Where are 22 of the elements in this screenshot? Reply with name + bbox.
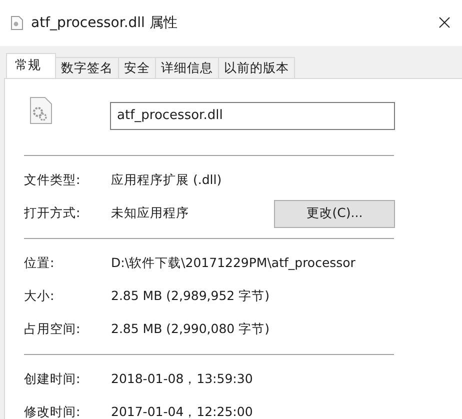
property-label: 文件类型:: [24, 172, 82, 189]
property-label: 大小:: [24, 288, 56, 305]
property-value: 2017-01-04，12:25:00: [111, 404, 253, 419]
property-value: 应用程序扩展 (.dll): [111, 172, 222, 189]
file-name-field[interactable]: atf_processor.dll: [110, 102, 395, 130]
property-label: 修改时间:: [24, 404, 82, 419]
property-value: D:\软件下载\20171229PM\atf_processor: [111, 255, 356, 272]
tab[interactable]: 常规: [6, 53, 56, 78]
property-value: 未知应用程序: [111, 205, 189, 222]
change-button[interactable]: 更改(C)...: [274, 200, 395, 228]
file-icon: [11, 16, 23, 30]
property-value: 2.85 MB (2,990,080 字节): [111, 321, 270, 338]
property-label: 位置:: [24, 255, 56, 272]
window-title: atf_processor.dll 属性: [31, 14, 178, 32]
property-value: 2.85 MB (2,989,952 字节): [111, 288, 270, 305]
gear-file-icon: [30, 97, 52, 124]
property-label: 打开方式:: [24, 205, 82, 222]
property-value: 2018-01-08，13:59:30: [111, 371, 253, 388]
property-label: 创建时间:: [24, 371, 82, 388]
property-label: 占用空间:: [24, 321, 82, 338]
tab[interactable]: 以前的版本: [218, 57, 295, 78]
close-icon[interactable]: [439, 17, 450, 28]
